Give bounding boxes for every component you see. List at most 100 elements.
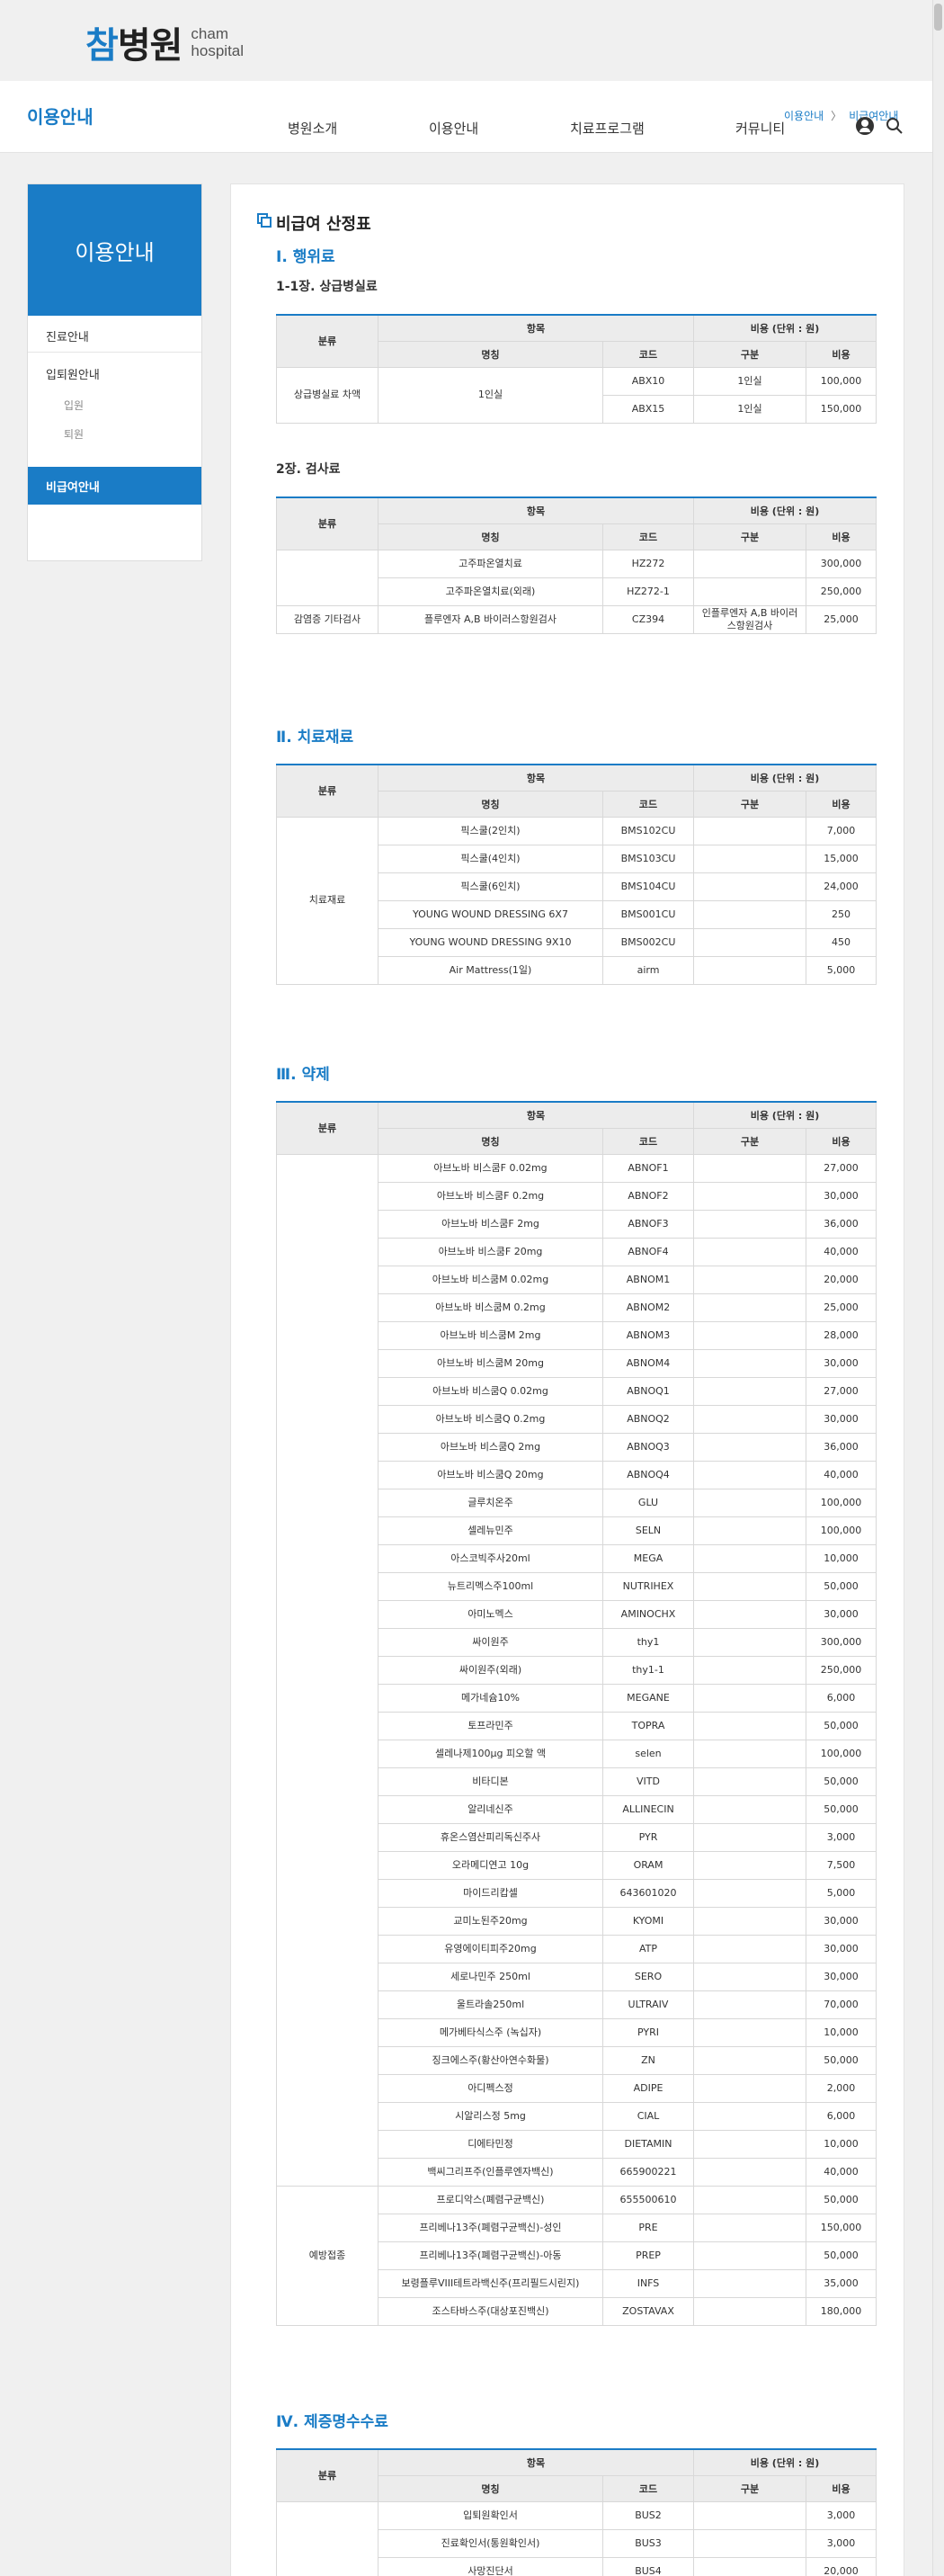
breadcrumb-item[interactable]: 이용안내 [784,110,824,122]
sidebar-subitem-discharge[interactable]: 퇴원 [64,426,84,442]
row-division [693,1516,806,1545]
row-division [693,1320,806,1350]
header-item: 항목 [378,1101,694,1129]
row-price: 450 [805,927,877,957]
header-price: 비용 [805,340,877,368]
row-division [693,2296,806,2326]
row-price: 100,000 [805,1516,877,1545]
scrollbar-thumb[interactable] [934,4,942,31]
header-item: 항목 [378,764,694,792]
row-price: 2,000 [805,2073,877,2103]
fee-table: 분류 항목 비용 (단위 : 원) 명칭 코드 구분 비용 입퇴원확인서 BUS2 3,000 진료… [276,2448,877,2576]
row-division [693,577,806,606]
row-division [693,1237,806,1266]
row-division [693,816,806,845]
header-price: 비용 [805,1127,877,1155]
row-name: 시알리스정 5mg [378,2101,603,2131]
row-price: 50,000 [805,1711,877,1740]
row-name: 프리베나13주(폐렴구균백신)-성인 [378,2213,603,2242]
row-name: YOUNG WOUND DRESSING 9X10 [378,927,603,957]
row-code: selen [602,1739,694,1768]
row-division [693,2157,806,2187]
row-code: BMS001CU [602,899,694,929]
nav-item-guide[interactable]: 이용안내 [429,119,478,138]
header-item: 항목 [378,2448,694,2476]
row-price: 10,000 [805,1543,877,1573]
row-price: 30,000 [805,1181,877,1211]
subsection-title: 1-1장. 상급병실료 [276,280,378,294]
row-price: 3,000 [805,2500,877,2530]
scrollbar[interactable] [932,0,944,2576]
hospital-logo[interactable]: 참병원 cham hospital [85,16,244,68]
row-division [693,1990,806,2019]
header-category: 분류 [276,2448,378,2502]
row-code: PREP [602,2241,694,2270]
row-price: 250 [805,899,877,929]
header-name: 명칭 [378,523,603,550]
row-name: 아브노바 비스쿰Q 0.02mg [378,1376,603,1406]
row-division [693,1488,806,1517]
breadcrumb: 이용안내 〉 비급여안내 [784,108,898,123]
row-code: INFS [602,2268,694,2298]
row-division [693,2129,806,2159]
nav-item-about[interactable]: 병원소개 [288,119,337,138]
row-name: 메가베타식스주 (녹십자) [378,2017,603,2047]
nav-item-community[interactable]: 커뮤니티 [735,119,785,138]
page-title: 비급여 산정표 [276,215,371,234]
row-division [693,1906,806,1936]
row-division [693,1209,806,1239]
row-division [693,1794,806,1824]
row-division [693,2213,806,2242]
row-price: 50,000 [805,2045,877,2075]
row-name: 플루엔자 A,B 바이러스항원검사 [378,604,603,634]
sidebar-item-treatment[interactable]: 진료안내 [46,327,89,344]
row-division [693,1878,806,1908]
header-price: 비용 [805,523,877,550]
sidebar-subitem-admit[interactable]: 입원 [64,398,84,413]
nav-item-programs[interactable]: 치료프로그램 [570,119,645,138]
header-division: 구분 [693,340,806,368]
row-code: BMS002CU [602,927,694,957]
header-category: 분류 [276,1101,378,1155]
row-code: VITD [602,1767,694,1796]
row-name: 셀레나제100μg 피오할 액 [378,1739,603,1768]
row-price: 250,000 [805,577,877,606]
row-name: 아브노바 비스쿰Q 2mg [378,1432,603,1462]
sidebar-item-noncovered[interactable]: 비급여안내 [28,467,201,505]
row-price: 30,000 [805,1962,877,1991]
row-name: 아브노바 비스쿰F 2mg [378,1209,603,1239]
row-name: 아미노멕스 [378,1599,603,1629]
row-name: 아브노바 비스쿰M 0.02mg [378,1265,603,1294]
row-code: ZOSTAVAX [602,2296,694,2326]
row-name: 뉴트리멕스주100ml [378,1571,603,1601]
header-price: 비용 [805,2474,877,2502]
row-code: BMS104CU [602,872,694,901]
header-item: 항목 [378,496,694,524]
row-name: 글루치온주 [378,1488,603,1517]
row-code: thy1 [602,1627,694,1657]
row-name: 교미노된주20mg [378,1906,603,1936]
row-division [693,2185,806,2214]
header-division: 구분 [693,523,806,550]
row-price: 40,000 [805,2157,877,2187]
row-price: 150,000 [805,2213,877,2242]
user-icon[interactable] [856,117,874,135]
row-price: 50,000 [805,1794,877,1824]
row-division [693,1767,806,1796]
row-name: 아브노바 비스쿰M 0.2mg [378,1292,603,1322]
row-code: ABNOM2 [602,1292,694,1322]
section-title: Ⅱ. 치료재료 [276,729,354,747]
row-price: 20,000 [805,2556,877,2576]
section-title: Ⅳ. 제증명수수료 [276,2413,388,2431]
header-code: 코드 [602,790,694,818]
search-icon[interactable] [886,117,904,135]
row-division [693,1739,806,1768]
row-price: 25,000 [805,1292,877,1322]
row-name: 아브노바 비스쿰F 0.2mg [378,1181,603,1211]
row-price: 6,000 [805,2101,877,2131]
sidebar-item-admission[interactable]: 입퇴원안내 [46,365,100,382]
row-category: 예방접종 [276,2185,378,2326]
row-division [693,1850,806,1880]
row-name: 아브노바 비스쿰F 20mg [378,1237,603,1266]
row-division [693,2101,806,2131]
